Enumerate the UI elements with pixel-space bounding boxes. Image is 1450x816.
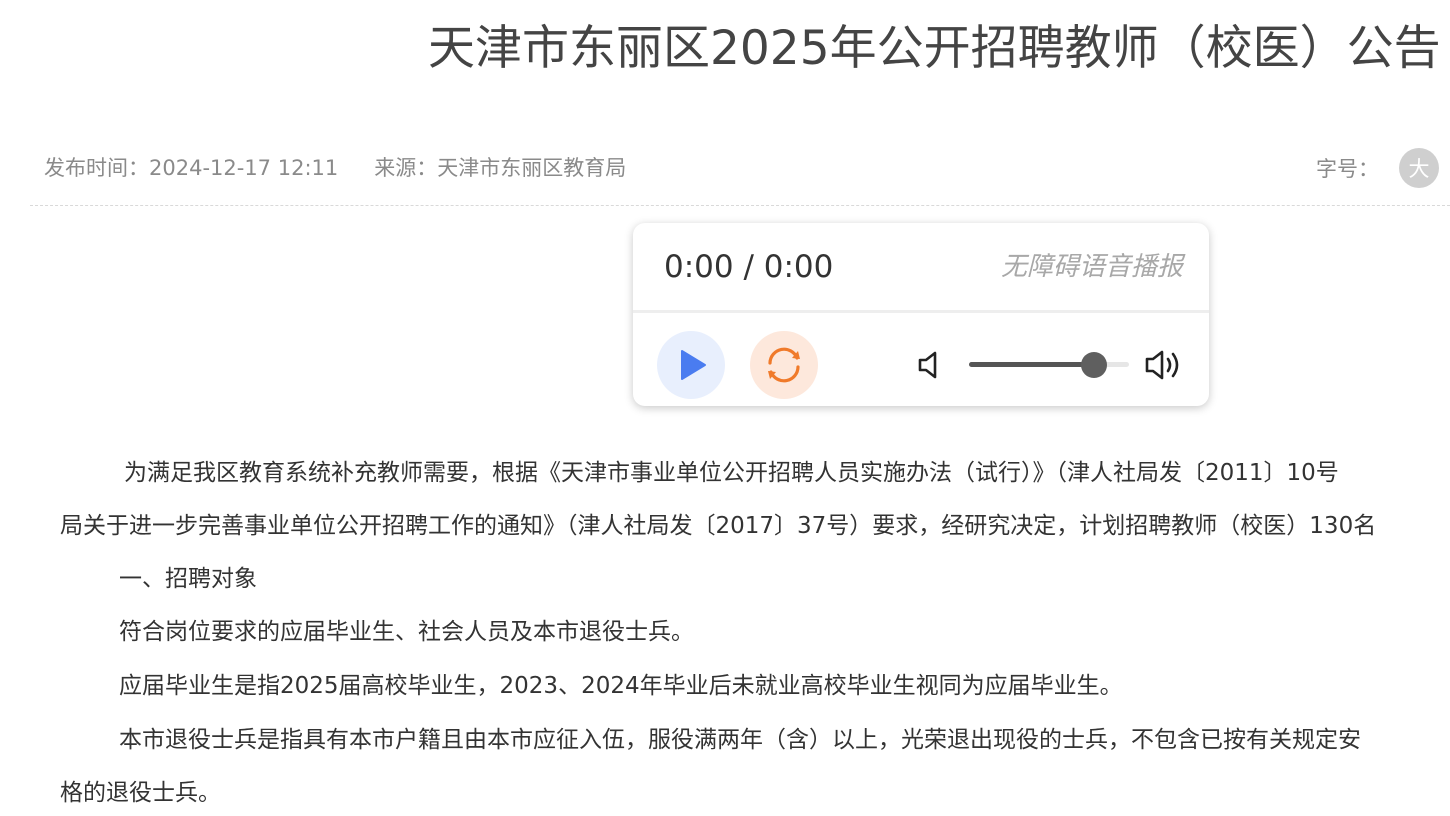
font-size-large-button[interactable]: 大: [1399, 148, 1439, 188]
accessibility-audio-label: 无障碍语音播报: [1000, 252, 1183, 282]
paragraph-line: 符合岗位要求的应届毕业生、社会人员及本市退役士兵。: [119, 619, 694, 645]
publish-time: 发布时间：2024-12-17 12:11: [44, 156, 339, 180]
play-button[interactable]: [657, 331, 725, 399]
volume-high-icon[interactable]: [1144, 347, 1184, 383]
font-size-label: 字号：: [1316, 157, 1379, 181]
volume-slider[interactable]: [969, 351, 1129, 379]
replay-button[interactable]: [750, 331, 818, 399]
play-icon: [681, 350, 706, 380]
paragraph-line: 本市退役士兵是指具有本市户籍且由本市应征入伍，服役满两年（含）以上，光荣退出现役…: [119, 727, 1361, 753]
volume-fill: [969, 362, 1094, 367]
volume-low-icon[interactable]: [916, 349, 946, 381]
font-size-controls: 字号： 大: [1316, 148, 1450, 188]
article-page: 天津市东丽区2025年公开招聘教师（校医）公告 发布时间：2024-12-17 …: [0, 0, 1450, 816]
audio-player: 0:00 / 0:00 无障碍语音播报: [633, 223, 1209, 406]
replay-icon: [768, 347, 800, 383]
paragraph-line: 为满足我区教育系统补充教师需要，根据《天津市事业单位公开招聘人员实施办法（试行）…: [124, 460, 1339, 486]
page-title: 天津市东丽区2025年公开招聘教师（校医）公告: [428, 21, 1441, 76]
volume-thumb[interactable]: [1080, 352, 1107, 378]
article-meta: 发布时间：2024-12-17 12:11 来源：天津市东丽区教育局: [44, 150, 626, 186]
paragraph-line: 应届毕业生是指2025届高校毕业生，2023、2024年毕业后未就业高校毕业生视…: [119, 673, 1123, 699]
paragraph-line: 格的退役士兵。: [60, 780, 221, 806]
source-label: 来源：天津市东丽区教育局: [374, 156, 627, 180]
paragraph-line: 局关于进一步完善事业单位公开招聘工作的通知》（津人社局发〔2017〕37号）要求…: [60, 513, 1377, 539]
meta-divider: [30, 205, 1450, 206]
playback-time: 0:00 / 0:00: [664, 249, 834, 285]
player-divider: [633, 310, 1209, 313]
section-heading: 一、招聘对象: [119, 566, 257, 592]
